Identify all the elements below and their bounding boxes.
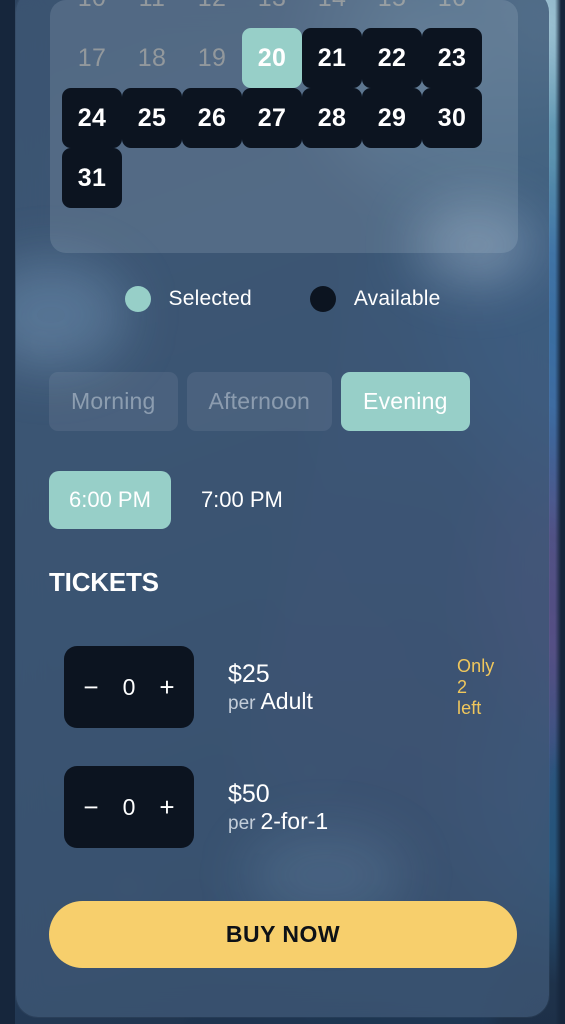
calendar-day-31[interactable]: 31 bbox=[62, 148, 122, 208]
increment-button-2for1[interactable]: + bbox=[156, 794, 178, 820]
calendar-day-24[interactable]: 24 bbox=[62, 88, 122, 148]
ticket-per-label-adult: per bbox=[228, 692, 256, 714]
legend-swatch-available-icon bbox=[309, 286, 336, 312]
buy-now-label: BUY NOW bbox=[225, 921, 341, 947]
calendar-day-26[interactable]: 26 bbox=[182, 88, 242, 148]
quantity-value-adult: 0 bbox=[122, 673, 136, 700]
legend-swatch-selected-icon bbox=[124, 286, 151, 312]
ticket-row-adult: − 0 + $25 per Adult Only 2 left bbox=[64, 646, 494, 728]
ticket-info-2for1: $50 per 2-for-1 bbox=[228, 780, 328, 835]
quantity-stepper-adult[interactable]: − 0 + bbox=[64, 646, 194, 728]
calendar-week-row: 31 bbox=[62, 148, 506, 208]
time-slot-700pm[interactable]: 7:00 PM bbox=[181, 471, 303, 529]
ticket-availability-note-adult: Only 2 left bbox=[457, 656, 495, 718]
calendar-day-empty bbox=[362, 148, 422, 208]
legend-label-selected: Selected bbox=[168, 287, 252, 310]
calendar-day-empty bbox=[422, 148, 482, 208]
legend-item-available: Available bbox=[309, 286, 441, 312]
time-slot-700pm-label: 7:00 PM bbox=[200, 487, 283, 512]
booking-panel: 1011121314151617181920212223242526272829… bbox=[16, 0, 549, 1017]
calendar-day-empty bbox=[242, 148, 302, 208]
tab-morning[interactable]: Morning bbox=[49, 372, 178, 431]
ticket-type-adult: Adult bbox=[260, 687, 313, 714]
ticket-type-2for1: 2-for-1 bbox=[260, 807, 329, 834]
calendar-day-16: 16 bbox=[422, 0, 482, 28]
calendar-day-27[interactable]: 27 bbox=[242, 88, 302, 148]
tab-afternoon[interactable]: Afternoon bbox=[186, 372, 333, 431]
time-slot-600pm[interactable]: 6:00 PM bbox=[49, 471, 171, 529]
calendar-day-12: 12 bbox=[182, 0, 242, 28]
ticket-price-adult: $25 bbox=[228, 659, 270, 688]
quantity-value-2for1: 0 bbox=[122, 793, 136, 820]
tab-evening-label: Evening bbox=[363, 388, 448, 414]
calendar-day-18: 18 bbox=[137, 43, 167, 72]
screen: 1011121314151617181920212223242526272829… bbox=[0, 0, 565, 1024]
calendar-day-22[interactable]: 22 bbox=[362, 28, 422, 88]
calendar-day-20[interactable]: 20 bbox=[242, 28, 302, 88]
ticket-per-label-2for1: per bbox=[228, 812, 256, 834]
calendar-day-empty bbox=[122, 148, 182, 208]
decrement-button-2for1[interactable]: − bbox=[80, 794, 102, 820]
calendar-card: 1011121314151617181920212223242526272829… bbox=[50, 0, 518, 253]
calendar-day-empty bbox=[182, 148, 242, 208]
calendar-grid: 1011121314151617181920212223242526272829… bbox=[62, 0, 506, 208]
increment-button-adult[interactable]: + bbox=[156, 674, 178, 700]
ticket-row-2for1: − 0 + $50 per 2-for-1 bbox=[64, 766, 328, 848]
time-slot-600pm-label: 6:00 PM bbox=[69, 487, 151, 512]
frame-edge-right bbox=[555, 0, 565, 1024]
buy-now-button[interactable]: BUY NOW bbox=[49, 901, 517, 968]
calendar-day-30[interactable]: 30 bbox=[422, 88, 482, 148]
decrement-button-adult[interactable]: − bbox=[80, 674, 102, 700]
calendar-day-21[interactable]: 21 bbox=[302, 28, 362, 88]
ticket-info-adult: $25 per Adult bbox=[228, 660, 313, 715]
calendar-legend: Selected Available bbox=[16, 286, 549, 312]
calendar-day-28[interactable]: 28 bbox=[302, 88, 362, 148]
calendar-week-row: 24 25 26 27 28 29 30 bbox=[62, 88, 506, 148]
tab-morning-label: Morning bbox=[71, 388, 156, 414]
calendar-day-25[interactable]: 25 bbox=[122, 88, 182, 148]
time-of-day-tabs: Morning Afternoon Evening bbox=[49, 372, 470, 431]
calendar-day-23[interactable]: 23 bbox=[422, 28, 482, 88]
calendar-week-row: 10111213141516 bbox=[62, 0, 506, 28]
quantity-stepper-2for1[interactable]: − 0 + bbox=[64, 766, 194, 848]
tab-evening[interactable]: Evening bbox=[341, 372, 470, 431]
calendar-day-29[interactable]: 29 bbox=[362, 88, 422, 148]
tab-afternoon-label: Afternoon bbox=[208, 388, 311, 414]
calendar-day-13: 13 bbox=[242, 0, 302, 28]
calendar-day-10: 10 bbox=[62, 0, 122, 28]
calendar-day-17: 17 bbox=[77, 43, 107, 72]
time-slot-list: 6:00 PM 7:00 PM bbox=[49, 471, 303, 529]
calendar-day-15: 15 bbox=[362, 0, 422, 28]
calendar-day-19: 19 bbox=[197, 43, 227, 72]
ticket-price-2for1: $50 bbox=[228, 779, 270, 808]
legend-label-available: Available bbox=[353, 287, 441, 310]
calendar-day-14: 14 bbox=[302, 0, 362, 28]
tickets-section-title: Tickets bbox=[49, 567, 159, 597]
calendar-day-empty bbox=[302, 148, 362, 208]
frame-edge-left bbox=[0, 0, 15, 1024]
calendar-day-11: 11 bbox=[122, 0, 182, 28]
legend-item-selected: Selected bbox=[124, 286, 252, 312]
calendar-week-row: 17 18 19 20 21 22 23 bbox=[62, 28, 506, 88]
